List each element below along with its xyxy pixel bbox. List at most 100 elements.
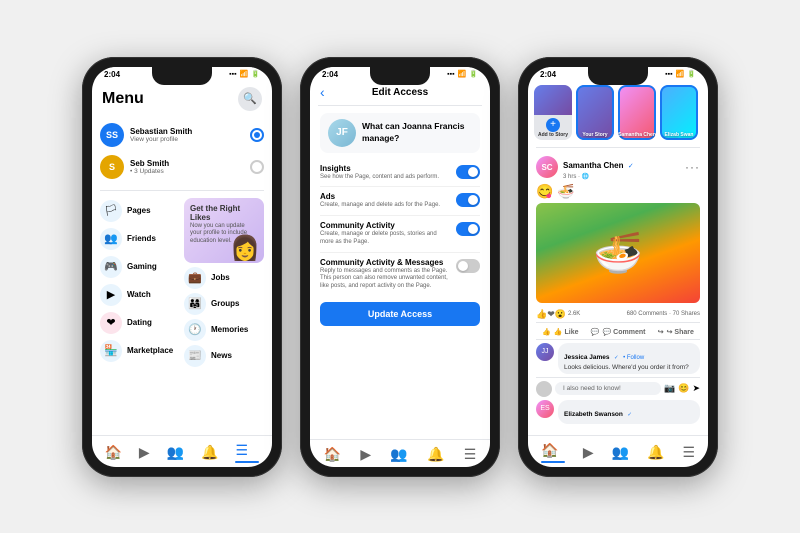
toggle-ads-text: Ads Create, manage and delete ads for th… [320, 192, 456, 210]
comment-bubble-jessica: Jessica James ✓ • Follow Looks delicious… [558, 343, 700, 374]
edit-content: JF What can Joanna Francis manage? Insig… [310, 109, 490, 439]
toggle-insights-switch[interactable] [456, 165, 480, 179]
emoji-icon[interactable]: 😊 [678, 383, 689, 394]
update-access-button[interactable]: Update Access [320, 302, 480, 326]
toggle-ads-desc: Create, manage and delete ads for the Pa… [320, 202, 448, 210]
nav-home-2[interactable]: 🏠 [324, 446, 341, 463]
toggle-section: Insights See how the Page, content and a… [320, 159, 480, 297]
comment-name-elizabeth: Elizabeth Swanson ✓ [564, 403, 694, 421]
toggle-messages-desc: Reply to messages and comments as the Pa… [320, 268, 448, 291]
menu-item-pages[interactable]: 🏳 Pages [100, 198, 180, 224]
toggle-messages-text: Community Activity & Messages Reply to m… [320, 258, 456, 291]
comment-section: JJ Jessica James ✓ • Follow Looks delici… [536, 343, 700, 424]
comment-avatar-jessica: JJ [536, 343, 554, 361]
send-icon[interactable]: ➤ [692, 383, 700, 394]
menu-item-jobs[interactable]: 💼 Jobs [184, 267, 264, 289]
reaction-count: 2.6K [568, 311, 580, 317]
nav-menu-1[interactable]: ☰ [235, 442, 259, 463]
battery-icon-3: 🔋 [687, 70, 696, 78]
profile-sub-1: • 3 Updates [130, 168, 244, 175]
groups-icon: 👨‍👩‍👧 [184, 293, 206, 315]
promo-card[interactable]: Get the Right Likes Now you can update y… [184, 198, 264, 263]
toggle-community-label: Community Activity [320, 221, 448, 230]
menu-item-memories[interactable]: 🕐 Memories [184, 319, 264, 341]
toggle-messages-switch[interactable] [456, 259, 480, 273]
menu-item-news[interactable]: 📰 News [184, 345, 264, 367]
post-user-name: Samantha Chen ✓ [563, 155, 634, 173]
nav-video-3[interactable]: ▶ [583, 444, 594, 461]
menu-label-news: News [211, 351, 232, 360]
your-story[interactable]: Your Story [576, 85, 614, 140]
avatar-seb: S [100, 155, 124, 179]
story-elizab[interactable]: Elizab Swan [660, 85, 698, 140]
story-samantha-label: Samantha Chen [618, 132, 656, 138]
bottom-nav-3: 🏠 ▶ 👥 🔔 ☰ [528, 435, 708, 467]
camera-icon[interactable]: 📷 [664, 383, 675, 394]
menu-item-gaming[interactable]: 🎮 Gaming [100, 254, 180, 280]
battery-icon: 🔋 [251, 70, 260, 78]
divider-2 [318, 105, 482, 106]
menu-item-groups[interactable]: 👨‍👩‍👧 Groups [184, 293, 264, 315]
toggle-ads-label: Ads [320, 192, 448, 201]
menu-label-groups: Groups [211, 299, 239, 308]
nav-people-3[interactable]: 👥 [612, 444, 629, 461]
nav-people-1[interactable]: 👥 [167, 444, 184, 461]
nav-home-3[interactable]: 🏠 [541, 442, 565, 463]
comment-button[interactable]: 💬 💬 Comment [591, 328, 646, 336]
toggle-insights-label: Insights [320, 164, 448, 173]
manage-question: What can Joanna Francis manage? [362, 121, 472, 143]
post-options-button[interactable]: ··· [685, 160, 700, 174]
nav-bell-1[interactable]: 🔔 [201, 444, 218, 461]
post-card: SC Samantha Chen ✓ 3 hrs · 🌐 ··· 😋 🍜 [528, 151, 708, 435]
nav-video-1[interactable]: ▶ [139, 444, 150, 461]
nav-home-1[interactable]: 🏠 [104, 444, 121, 461]
status-icons-2: ▪▪▪ 📶 🔋 [447, 70, 478, 78]
menu-title: Menu [102, 90, 144, 108]
like-button[interactable]: 👍 👍 Like [542, 328, 578, 336]
nav-video-2[interactable]: ▶ [360, 446, 371, 463]
verified-badge: ✓ [628, 163, 634, 170]
jobs-icon: 💼 [184, 267, 206, 289]
search-button[interactable]: 🔍 [238, 87, 262, 111]
comment-input-field[interactable]: I also need to know! [555, 382, 661, 395]
menu-item-watch[interactable]: ▶ Watch [100, 282, 180, 308]
nav-bell-2[interactable]: 🔔 [427, 446, 444, 463]
comment-bubble-elizabeth: Elizabeth Swanson ✓ [558, 400, 700, 424]
back-button[interactable]: ‹ [320, 84, 325, 100]
promo-title: Get the Right Likes [190, 204, 258, 222]
radio-empty [250, 160, 264, 174]
comment-actions: 📷 😊 ➤ [664, 383, 700, 394]
toggle-insights: Insights See how the Page, content and a… [320, 159, 480, 188]
comment-elizabeth: ES Elizabeth Swanson ✓ [536, 400, 700, 424]
story-elizab-label: Elizab Swan [660, 132, 698, 138]
stories-bar: + Add to Story Your Story Samantha Chen … [528, 81, 708, 144]
news-icon: 📰 [184, 345, 206, 367]
time-3: 2:04 [540, 70, 556, 79]
menu-grid: 🏳 Pages 👥 Friends 🎮 Gaming ▶ Watch [92, 194, 272, 435]
signal-icon-3: ▪▪▪ [665, 71, 672, 78]
nav-menu-2[interactable]: ☰ [464, 446, 477, 463]
toggle-community: Community Activity Create, manage or del… [320, 216, 480, 253]
toggle-community-switch[interactable] [456, 222, 480, 236]
profile-item-1[interactable]: S Seb Smith • 3 Updates [100, 151, 264, 183]
nav-bell-3[interactable]: 🔔 [647, 444, 664, 461]
add-story[interactable]: + Add to Story [534, 85, 572, 140]
nav-menu-3[interactable]: ☰ [682, 444, 695, 461]
nav-people-2[interactable]: 👥 [390, 446, 407, 463]
toggle-ads-switch[interactable] [456, 193, 480, 207]
story-samantha[interactable]: Samantha Chen [618, 85, 656, 140]
profile-name-1: Seb Smith [130, 159, 244, 168]
toggle-messages-label: Community Activity & Messages [320, 258, 448, 267]
comment-input-bar: I also need to know! 📷 😊 ➤ [536, 377, 700, 400]
share-button[interactable]: ↪ ↪ Share [658, 328, 694, 336]
menu-item-marketplace[interactable]: 🏪 Marketplace [100, 338, 180, 364]
menu-label-marketplace: Marketplace [127, 346, 173, 355]
post-name: Samantha Chen [563, 161, 623, 170]
profile-item-0[interactable]: SS Sebastian Smith View your profile [100, 119, 264, 151]
watch-icon: ▶ [100, 284, 122, 306]
menu-label-dating: Dating [127, 318, 152, 327]
manage-avatar: JF [328, 119, 356, 147]
menu-item-friends[interactable]: 👥 Friends [100, 226, 180, 252]
menu-item-dating[interactable]: ❤ Dating [100, 310, 180, 336]
menu-right: Get the Right Likes Now you can update y… [184, 198, 264, 431]
